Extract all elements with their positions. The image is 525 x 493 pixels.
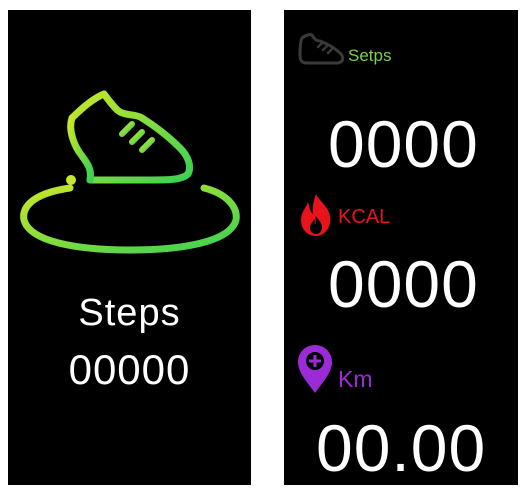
stats-screen-right: Setps 0000 KCAL 0000 Km 00.00 xyxy=(284,10,518,485)
flame-icon xyxy=(301,194,331,236)
running-shoe-on-ring-icon xyxy=(20,90,240,254)
steps-metric-label: Setps xyxy=(348,46,392,65)
steps-value: 00000 xyxy=(68,346,191,393)
km-metric-value: 00.00 xyxy=(316,411,487,485)
kcal-metric-label: KCAL xyxy=(338,206,391,228)
shoe-icon xyxy=(298,33,345,65)
steps-metric-value: 0000 xyxy=(328,107,479,181)
location-pin-plus-icon xyxy=(298,345,332,393)
kcal-metric-value: 0000 xyxy=(328,247,479,321)
km-metric-label: Km xyxy=(338,366,373,392)
steps-label: Steps xyxy=(78,292,181,334)
steps-screen-left: Steps 00000 xyxy=(8,10,251,485)
